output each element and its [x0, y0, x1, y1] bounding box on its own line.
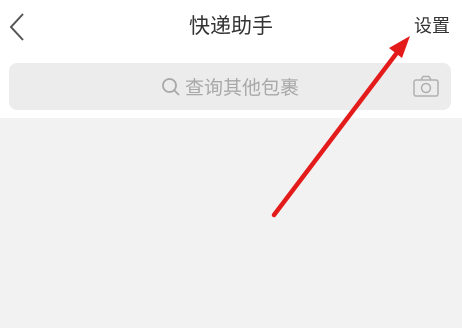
top-bar: 快递助手 设置 查询其他包裹: [0, 0, 462, 118]
camera-icon[interactable]: [413, 75, 439, 97]
search-bar[interactable]: 查询其他包裹: [9, 63, 451, 110]
page-title: 快递助手: [189, 14, 273, 38]
settings-button[interactable]: 设置: [414, 14, 450, 40]
search-icon: [162, 77, 180, 96]
search-placeholder: 查询其他包裹: [184, 77, 299, 99]
